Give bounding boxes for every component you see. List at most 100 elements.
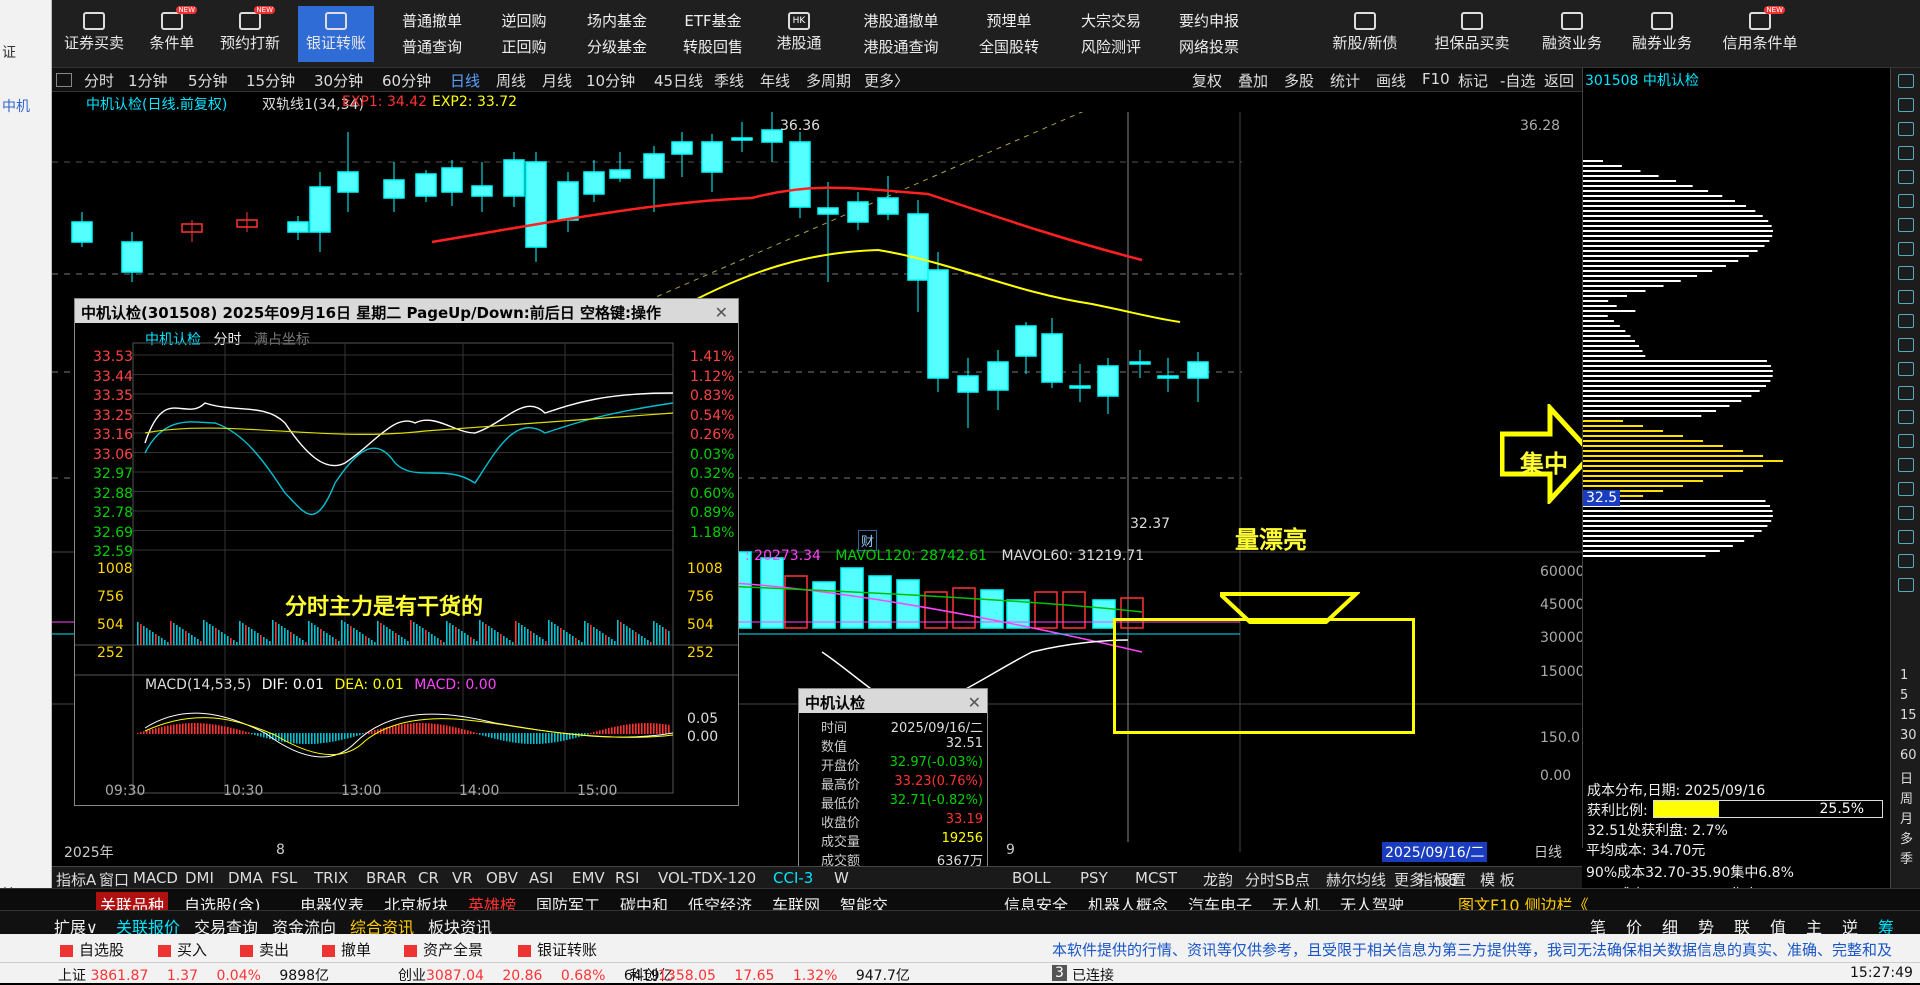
side-tool-icon[interactable]	[1898, 338, 1914, 352]
hk-connect-button[interactable]: HK 港股通	[766, 6, 832, 62]
indicator-tab[interactable]: 赫尔均线	[1326, 869, 1386, 890]
period-shortcut[interactable]: 1	[1900, 668, 1908, 683]
status-item[interactable]: 资产全景	[404, 939, 483, 960]
tender-link[interactable]: 要约申报	[1164, 8, 1254, 34]
overlay-button[interactable]: 叠加	[1238, 70, 1268, 91]
indicator-tab[interactable]: MACD	[133, 869, 178, 887]
status-item[interactable]: 银证转账	[518, 939, 597, 960]
indicator-tab[interactable]: 窗口	[99, 869, 129, 890]
side-tool-icon[interactable]	[1898, 146, 1914, 160]
indicator-tab[interactable]: W	[834, 869, 849, 887]
side-tool-icon[interactable]	[1898, 530, 1914, 544]
period-more[interactable]: 更多〉	[864, 70, 909, 91]
side-tool-icon[interactable]	[1898, 218, 1914, 232]
left-strip-item[interactable]: 证	[2, 42, 48, 62]
status-item[interactable]: 自选股	[60, 939, 124, 960]
left-strip-item[interactable]: 中机	[2, 96, 48, 116]
period-1m[interactable]: 1分钟	[128, 70, 168, 91]
side-tool-icon[interactable]	[1898, 458, 1914, 472]
period-60m[interactable]: 60分钟	[382, 70, 431, 91]
side-tool-icon[interactable]	[1898, 266, 1914, 280]
period-shortcut[interactable]: 月	[1900, 808, 1913, 827]
period-shortcut[interactable]: 60	[1900, 748, 1917, 763]
period-shortcut[interactable]: 5	[1900, 688, 1908, 703]
cancel-order-link[interactable]: 普通撤单	[392, 8, 472, 34]
indicator-tab[interactable]: DMI	[185, 869, 214, 887]
risk-test-link[interactable]: 风险测评	[1066, 34, 1156, 60]
side-tool-icon[interactable]	[1898, 362, 1914, 376]
side-tool-icon[interactable]	[1898, 554, 1914, 568]
indicator-tab[interactable]: FSL	[271, 869, 297, 887]
side-tool-icon[interactable]	[1898, 578, 1914, 592]
indicator-tab[interactable]: BOLL	[1012, 869, 1051, 887]
indicator-tab[interactable]: BRAR	[366, 869, 407, 887]
block-trade-link[interactable]: 大宗交易	[1066, 8, 1156, 34]
credit-condition-button[interactable]: 信用条件单	[1712, 6, 1808, 62]
back-button[interactable]: 返回	[1544, 70, 1574, 91]
sh-index[interactable]: 上证 3861.87 1.37 0.04% 9898亿	[58, 965, 329, 985]
repo-link[interactable]: 正回购	[484, 34, 564, 60]
indicator-tab[interactable]: 模 板	[1480, 869, 1515, 890]
period-shortcut[interactable]: 季	[1900, 848, 1913, 867]
fund-link[interactable]: 场内基金	[572, 8, 662, 34]
side-tool-icon[interactable]	[1898, 98, 1914, 112]
period-shortcut[interactable]: 周	[1900, 788, 1913, 807]
f10-button[interactable]: F10	[1422, 70, 1450, 88]
indicator-tab[interactable]: 龙韵	[1203, 869, 1233, 890]
side-tool-icon[interactable]	[1898, 242, 1914, 256]
side-tool-icon[interactable]	[1898, 74, 1914, 88]
side-tool-icon[interactable]	[1898, 482, 1914, 496]
indicator-tab[interactable]: MCST	[1135, 869, 1177, 887]
indicator-tab[interactable]: CR	[418, 869, 439, 887]
period-daily[interactable]: 日线	[450, 70, 480, 91]
indicator-tab[interactable]: 分时SB点	[1245, 869, 1310, 890]
kc-index[interactable]: 科创1358.05 17.65 1.32% 947.7亿	[630, 965, 910, 985]
graded-fund-link[interactable]: 分级基金	[572, 34, 662, 60]
stats-button[interactable]: 统计	[1330, 70, 1360, 91]
condition-order-button[interactable]: 条件单	[140, 6, 204, 62]
side-tool-icon[interactable]	[1898, 314, 1914, 328]
indicator-tab[interactable]: 指标B	[1418, 869, 1458, 890]
period-5m[interactable]: 5分钟	[188, 70, 228, 91]
side-tool-icon[interactable]	[1898, 170, 1914, 184]
period-45d[interactable]: 45日线	[654, 70, 703, 91]
indicator-tab[interactable]: DMA	[228, 869, 263, 887]
indicator-tab[interactable]: OBV	[486, 869, 518, 887]
side-tool-icon[interactable]	[1898, 122, 1914, 136]
side-tool-icon[interactable]	[1898, 290, 1914, 304]
hk-query-link[interactable]: 港股通查询	[846, 34, 956, 60]
intraday-popup[interactable]: 中机认检(301508) 2025年09月16日 星期二 PageUp/Down…	[74, 298, 739, 806]
indicator-tab[interactable]: RSI	[615, 869, 639, 887]
indicator-tab[interactable]: ASI	[529, 869, 553, 887]
side-tool-icon[interactable]	[1898, 410, 1914, 424]
indicator-tab[interactable]: 指标A	[56, 869, 96, 890]
status-item[interactable]: 撤单	[322, 939, 371, 960]
fq-button[interactable]: 复权	[1192, 70, 1222, 91]
collateral-button[interactable]: 担保品买卖	[1424, 6, 1520, 62]
period-shortcut[interactable]: 30	[1900, 728, 1917, 743]
mark-button[interactable]: 标记	[1458, 70, 1488, 91]
period-shortcut[interactable]: 多	[1900, 828, 1913, 847]
hk-cancel-link[interactable]: 港股通撤单	[846, 8, 956, 34]
status-item[interactable]: 买入	[158, 939, 207, 960]
multi-stock-button[interactable]: 多股	[1284, 70, 1314, 91]
period-fenshi[interactable]: 分时	[84, 70, 114, 91]
period-shortcut[interactable]: 15	[1900, 708, 1917, 723]
draw-button[interactable]: 画线	[1376, 70, 1406, 91]
trade-button[interactable]: 证券买卖	[58, 6, 130, 62]
period-multi[interactable]: 多周期	[806, 70, 851, 91]
etf-link[interactable]: ETF基金	[668, 8, 758, 34]
close-icon[interactable]: ✕	[968, 693, 981, 712]
status-item[interactable]: 卖出	[240, 939, 289, 960]
period-shortcut[interactable]: 日	[1900, 768, 1913, 787]
reverse-repo-link[interactable]: 逆回购	[484, 8, 564, 34]
indicator-tab[interactable]: PSY	[1080, 869, 1108, 887]
margin-finance-button[interactable]: 融资业务	[1532, 6, 1612, 62]
side-tool-icon[interactable]	[1898, 194, 1914, 208]
side-tool-icon[interactable]	[1898, 386, 1914, 400]
bank-transfer-button[interactable]: 银证转账	[298, 6, 374, 62]
vote-link[interactable]: 网络投票	[1164, 34, 1254, 60]
ipo-reserve-button[interactable]: 预约打新	[212, 6, 288, 62]
preset-order-link[interactable]: 预埋单	[964, 8, 1054, 34]
side-tool-icon[interactable]	[1898, 434, 1914, 448]
